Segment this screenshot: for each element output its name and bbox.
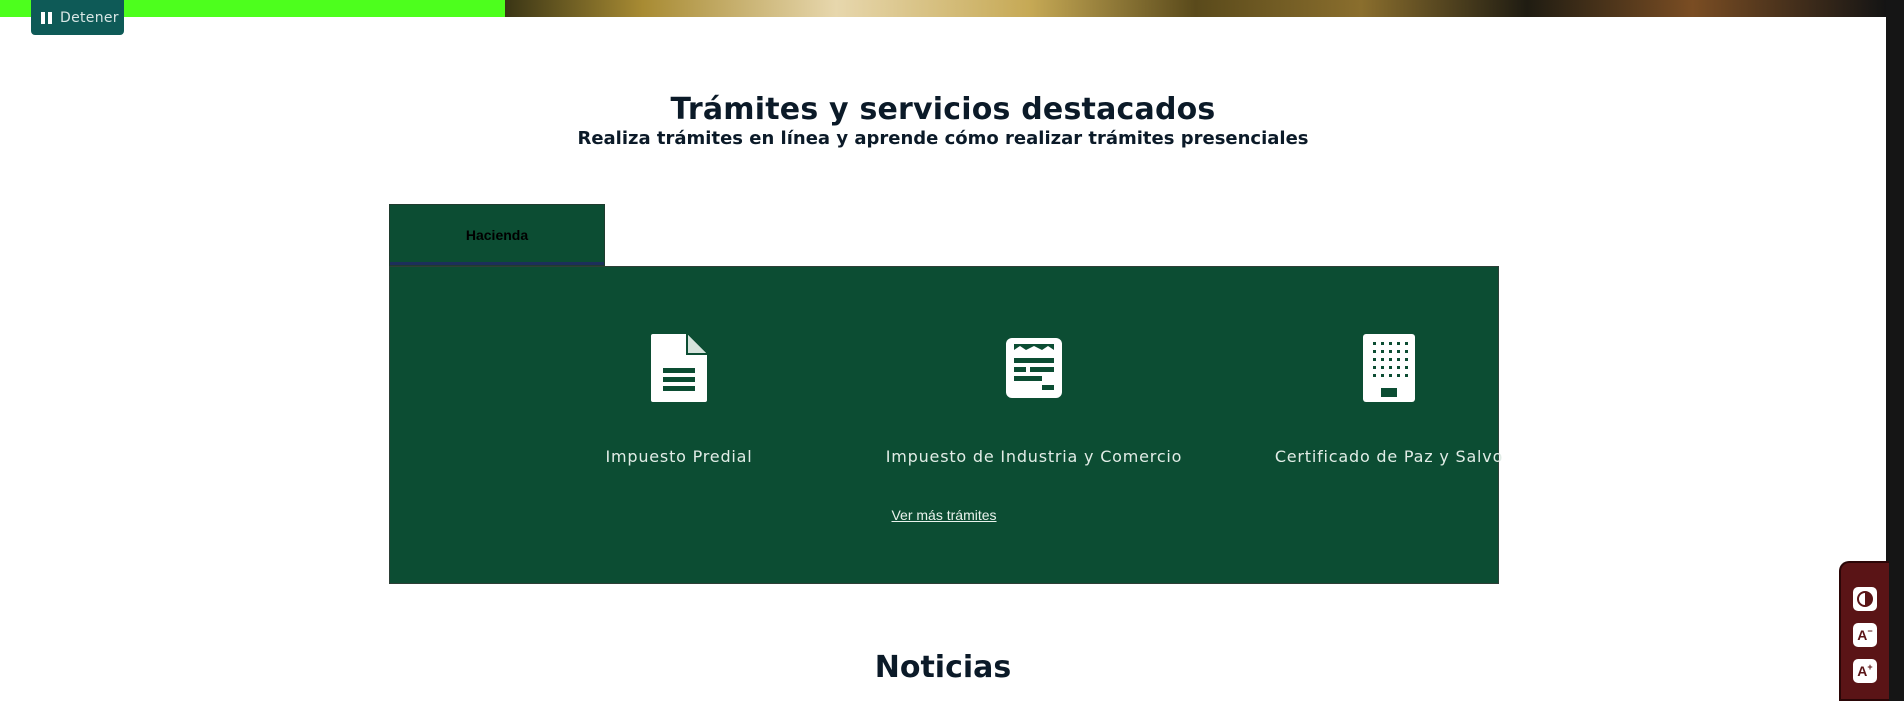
receipt-form-icon xyxy=(1006,338,1062,398)
tramite-label: Impuesto Predial xyxy=(605,447,753,466)
hero-photo xyxy=(505,0,1886,17)
tab-hacienda[interactable]: Hacienda xyxy=(389,204,605,266)
tramite-card-industria-comercio[interactable]: Impuesto de Industria y Comercio xyxy=(884,267,1184,467)
section-subtitle: Realiza trámites en línea y aprende cómo… xyxy=(577,128,1309,149)
building-icon xyxy=(1363,334,1415,402)
tramites-panel: Impuesto Predial Impuesto de Industria y… xyxy=(389,266,1502,584)
tramite-card-predial[interactable]: Impuesto Predial xyxy=(529,267,829,467)
tramite-card-paz-y-salvo[interactable]: Certificado de Paz y Salvo xyxy=(1239,267,1539,467)
pause-label: Detener xyxy=(60,9,119,26)
tab-label: Hacienda xyxy=(465,227,529,243)
news-title: Noticias xyxy=(874,650,1012,685)
hero-banner xyxy=(0,0,1886,17)
tramite-label: Certificado de Paz y Salvo xyxy=(1274,447,1504,466)
pause-carousel-button[interactable]: Detener xyxy=(31,0,124,35)
contrast-glyph xyxy=(1857,591,1873,607)
document-icon xyxy=(651,334,707,402)
section-title: Trámites y servicios destacados xyxy=(670,92,1216,127)
decrease-text-icon[interactable]: A − xyxy=(1853,623,1877,647)
ver-mas-tramites-link[interactable]: Ver más trámites xyxy=(390,507,1498,523)
tramite-label: Impuesto de Industria y Comercio xyxy=(885,447,1183,466)
contrast-icon[interactable] xyxy=(1853,587,1877,611)
pause-icon xyxy=(41,11,52,24)
increase-text-icon[interactable]: A + xyxy=(1853,659,1877,683)
accessibility-toolbar: A − A + xyxy=(1839,561,1889,701)
